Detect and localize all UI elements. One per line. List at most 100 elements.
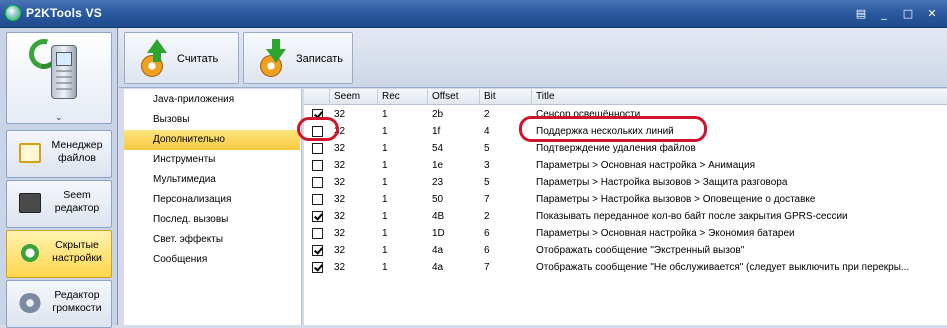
column-header-bit[interactable]: Bit <box>480 89 532 105</box>
cell-offset: 50 <box>432 194 444 205</box>
table-row[interactable]: 32 1 1D 6 Параметры > Основная настройка > Э… <box>304 225 947 242</box>
annotation-circle-checkbox <box>297 117 339 141</box>
cell-offset: 4a <box>432 262 444 273</box>
row-checkbox[interactable] <box>312 143 323 154</box>
cell-title: Параметры > Основная настройка > Экономи… <box>536 228 795 239</box>
row-checkbox[interactable] <box>312 245 323 256</box>
cell-seem: 32 <box>334 177 346 188</box>
system-menu-icon[interactable]: ▤ <box>855 8 867 20</box>
cell-bit: 2 <box>484 211 490 222</box>
cell-title: Параметры > Настройка вызовов > Оповещен… <box>536 194 816 205</box>
cell-bit: 3 <box>484 160 490 171</box>
cell-rec: 1 <box>382 245 388 256</box>
cell-title: Отображать сообщение "Экстренный вызов" <box>536 245 745 256</box>
cell-rec: 1 <box>382 143 388 154</box>
row-checkbox[interactable] <box>312 211 323 222</box>
column-header-rec[interactable]: Rec <box>378 89 428 105</box>
nav-button-label: Скрытые настройки <box>52 239 102 264</box>
table-row[interactable]: 32 1 4a 7 Отображать сообщение "Не обслужива… <box>304 259 947 276</box>
cell-seem: 32 <box>334 228 346 239</box>
write-arrow-down-icon <box>252 39 292 79</box>
cell-rec: 1 <box>382 109 388 120</box>
category-item[interactable]: Java-приложения <box>124 90 300 110</box>
category-item[interactable]: Сообщения <box>124 250 300 270</box>
table-row[interactable]: 32 1 50 7 Параметры > Настройка вызовов > Оп… <box>304 191 947 208</box>
speaker-icon <box>19 293 41 313</box>
settings-gear-icon <box>19 243 41 263</box>
write-button-label: Записать <box>296 53 344 65</box>
cell-title: Показывать переданное кол-во байт после … <box>536 211 848 222</box>
cell-bit: 6 <box>484 245 490 256</box>
cell-bit: 7 <box>484 194 490 205</box>
read-button-label: Считать <box>177 53 219 65</box>
minimize-button[interactable]: _ <box>878 8 890 20</box>
cell-rec: 1 <box>382 211 388 222</box>
maximize-button[interactable]: □ <box>902 8 914 20</box>
close-button[interactable]: ✕ <box>926 8 938 20</box>
cell-rec: 1 <box>382 160 388 171</box>
left-navigation: ⌄ Менеджер файлов Seem редактор Скрытые … <box>0 28 118 328</box>
seem-icon <box>19 193 41 213</box>
cell-bit: 5 <box>484 177 490 188</box>
nav-volume-editor-button[interactable]: Редактор громкости <box>6 280 112 328</box>
table-row[interactable]: 32 1 1e 3 Параметры > Основная настройка > А… <box>304 157 947 174</box>
column-header-seem[interactable]: Seem <box>330 89 378 105</box>
folder-icon <box>19 143 41 163</box>
category-item[interactable]: Мультимедиа <box>124 170 300 190</box>
write-button[interactable]: Записать <box>243 32 353 84</box>
table-row[interactable]: 32 1 23 5 Параметры > Настройка вызовов > За… <box>304 174 947 191</box>
nav-seem-editor-button[interactable]: Seem редактор <box>6 180 112 228</box>
row-checkbox[interactable] <box>312 177 323 188</box>
category-item[interactable]: Инструменты <box>124 150 300 170</box>
cell-title: Подтверждение удаления файлов <box>536 143 696 154</box>
row-checkbox[interactable] <box>312 194 323 205</box>
table-row[interactable]: 32 1 54 5 Подтверждение удаления файлов <box>304 140 947 157</box>
row-checkbox[interactable] <box>312 262 323 273</box>
cell-title: Параметры > Настройка вызовов > Защита р… <box>536 177 788 188</box>
cell-title: Отображать сообщение "Не обслуживается" … <box>536 262 910 273</box>
nav-button-label: Менеджер файлов <box>51 139 103 164</box>
cell-rec: 1 <box>382 228 388 239</box>
nav-hidden-settings-button[interactable]: Скрытые настройки <box>6 230 112 278</box>
category-item[interactable]: Послед. вызовы <box>124 210 300 230</box>
nav-file-manager-button[interactable]: Менеджер файлов <box>6 130 112 178</box>
read-arrow-up-icon <box>133 39 173 79</box>
chevron-down-icon[interactable]: ⌄ <box>55 113 63 123</box>
cell-rec: 1 <box>382 262 388 273</box>
cell-rec: 1 <box>382 177 388 188</box>
cell-rec: 1 <box>382 194 388 205</box>
cell-offset: 2b <box>432 109 444 120</box>
category-item[interactable]: Свет. эффекты <box>124 230 300 250</box>
table-row[interactable]: 32 1 4B 2 Показывать переданное кол-во байт … <box>304 208 947 225</box>
category-item-selected[interactable]: Дополнительно <box>124 130 300 150</box>
cell-offset: 4B <box>432 211 445 222</box>
cell-seem: 32 <box>334 262 346 273</box>
cell-bit: 5 <box>484 143 490 154</box>
category-item[interactable]: Персонализация <box>124 190 300 210</box>
cell-seem: 32 <box>334 143 346 154</box>
checkbox-column-header[interactable] <box>304 89 330 105</box>
column-header-offset[interactable]: Offset <box>428 89 480 105</box>
table-row[interactable]: 32 1 4a 6 Отображать сообщение "Экстренный в… <box>304 242 947 259</box>
device-logo-panel[interactable]: ⌄ <box>6 32 112 124</box>
row-checkbox[interactable] <box>312 160 323 171</box>
cell-seem: 32 <box>334 160 346 171</box>
row-checkbox[interactable] <box>312 228 323 239</box>
nav-button-label: Редактор громкости <box>52 289 102 314</box>
cell-title: Параметры > Основная настройка > Анимаци… <box>536 160 756 171</box>
column-header-title[interactable]: Title <box>532 89 947 105</box>
cell-seem: 32 <box>334 194 346 205</box>
cell-seem: 32 <box>334 109 346 120</box>
cell-offset: 1f <box>432 126 441 137</box>
read-button[interactable]: Считать <box>124 32 239 84</box>
category-list: Java-приложения Вызовы Дополнительно Инс… <box>124 89 302 325</box>
annotation-circle-title <box>519 116 707 142</box>
app-logo-icon <box>5 5 21 21</box>
cell-offset: 1e <box>432 160 444 171</box>
phone-icon <box>51 45 77 99</box>
window-title: P2KTools VS <box>26 6 102 20</box>
cell-bit: 6 <box>484 228 490 239</box>
nav-button-label: Seem редактор <box>54 189 100 214</box>
cell-offset: 4a <box>432 245 444 256</box>
category-item[interactable]: Вызовы <box>124 110 300 130</box>
